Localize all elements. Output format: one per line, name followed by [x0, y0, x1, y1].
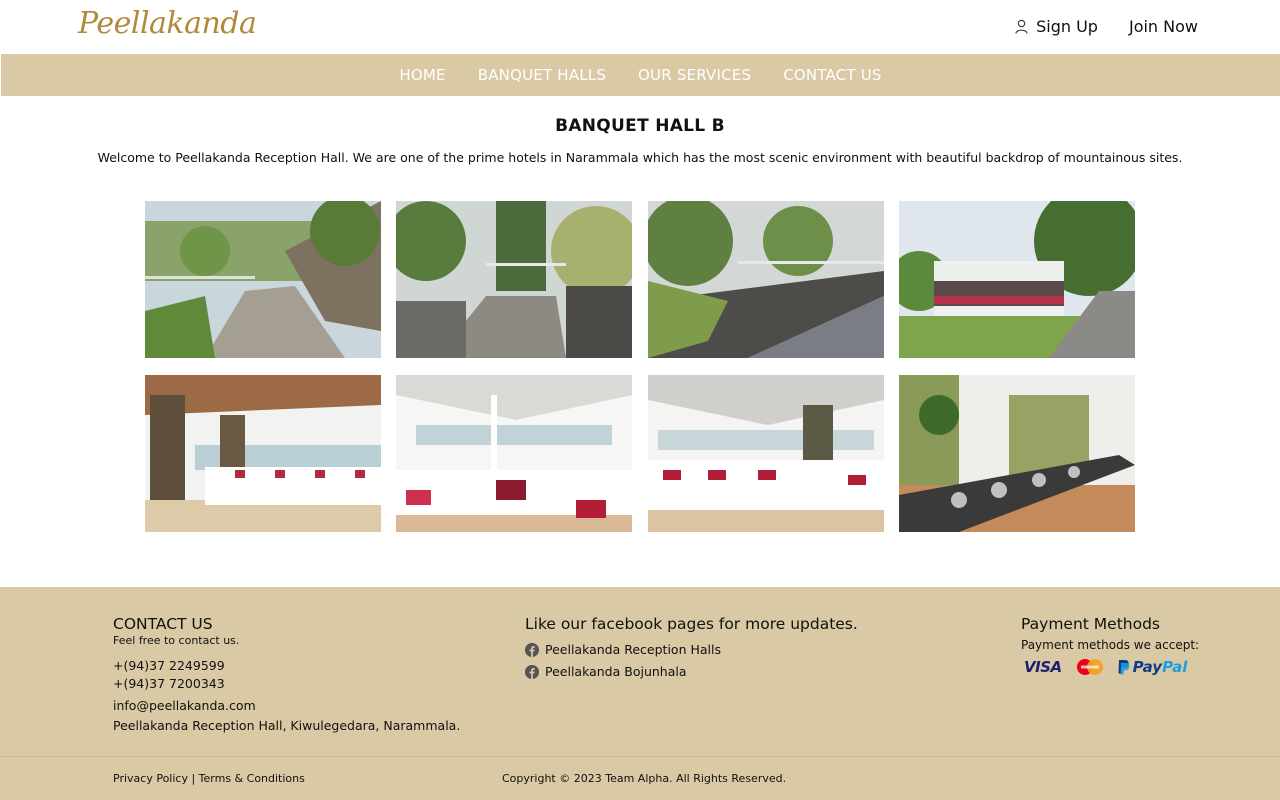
page-title: BANQUET HALL B	[555, 116, 725, 136]
legal-separator: |	[187, 772, 199, 785]
facebook-icon	[525, 642, 539, 657]
site-logo[interactable]: Peellakanda	[78, 6, 257, 41]
facebook-link-label: Peellakanda Reception Halls	[545, 642, 721, 657]
join-now-link[interactable]: Join Now	[1129, 17, 1198, 36]
auth-links: Sign Up Join Now	[1015, 17, 1198, 36]
visa-logo: VISA	[1024, 658, 1062, 676]
sign-up-link[interactable]: Sign Up	[1015, 17, 1098, 36]
facebook-icon	[525, 664, 539, 679]
gallery-photo-interior-2[interactable]	[396, 375, 633, 532]
gallery-photo-interior-1[interactable]	[145, 375, 381, 532]
footer-payment-subheading: Payment methods we accept:	[1021, 638, 1200, 652]
privacy-policy-link[interactable]: Privacy Policy	[113, 772, 188, 785]
footer-phone-1[interactable]: +(94)37 2249599	[113, 657, 460, 675]
nav-our-services[interactable]: OUR SERVICES	[638, 66, 751, 84]
sign-up-label: Sign Up	[1036, 17, 1098, 36]
paypal-text-pay: Pay	[1132, 658, 1163, 676]
gallery-photo-buffet[interactable]	[898, 375, 1135, 532]
paypal-icon	[1118, 660, 1130, 675]
main-nav: HOME BANQUET HALLS OUR SERVICES CONTACT …	[1, 54, 1280, 96]
gallery-photo-hall-exterior[interactable]	[898, 201, 1135, 358]
footer-contact: CONTACT US Feel free to contact us. +(94…	[113, 615, 460, 733]
footer-address: Peellakanda Reception Hall, Kiwulegedara…	[113, 718, 461, 733]
paypal-text-pal: Pal	[1162, 658, 1188, 676]
site-footer: CONTACT US Feel free to contact us. +(94…	[0, 587, 1280, 800]
paypal-logo: Pay Pal	[1117, 658, 1188, 676]
site-header: Peellakanda Sign Up Join Now	[0, 0, 1280, 54]
gallery-photo-steps[interactable]	[396, 201, 633, 358]
gallery-photo-pathway[interactable]	[145, 201, 381, 358]
terms-conditions-link[interactable]: Terms & Conditions	[199, 772, 305, 785]
footer-payment: Payment Methods Payment methods we accep…	[1021, 615, 1199, 676]
legal-links: Privacy Policy | Terms & Conditions	[113, 772, 305, 785]
footer-contact-subheading: Feel free to contact us.	[113, 634, 240, 647]
footer-facebook: Like our facebook pages for more updates…	[525, 615, 858, 679]
nav-banquet-halls[interactable]: BANQUET HALLS	[478, 66, 606, 84]
footer-divider	[0, 756, 1280, 757]
gallery-photo-walkway[interactable]	[647, 201, 884, 358]
footer-phone-2[interactable]: +(94)37 7200343	[113, 675, 460, 693]
mastercard-logo	[1076, 658, 1104, 676]
nav-contact-us[interactable]: CONTACT US	[783, 66, 881, 84]
photo-gallery	[145, 201, 1135, 532]
nav-home[interactable]: HOME	[399, 66, 445, 84]
footer-contact-heading: CONTACT US	[113, 615, 213, 633]
footer-phones: +(94)37 2249599 +(94)37 7200343	[113, 657, 460, 693]
footer-facebook-heading: Like our facebook pages for more updates…	[525, 615, 858, 633]
facebook-link-label: Peellakanda Bojunhala	[545, 664, 687, 679]
facebook-link-bojunhala[interactable]: Peellakanda Bojunhala	[525, 664, 858, 679]
payment-cards: VISA Pay Pal	[1021, 658, 1199, 676]
copyright: Copyright © 2023 Team Alpha. All Rights …	[502, 772, 787, 785]
facebook-link-reception-halls[interactable]: Peellakanda Reception Halls	[525, 642, 858, 657]
footer-email[interactable]: info@peellakanda.com	[113, 698, 460, 713]
user-icon	[1015, 19, 1028, 34]
gallery-photo-interior-3[interactable]	[647, 375, 884, 532]
intro-text: Welcome to Peellakanda Reception Hall. W…	[97, 150, 1183, 165]
footer-payment-heading: Payment Methods	[1021, 615, 1160, 633]
